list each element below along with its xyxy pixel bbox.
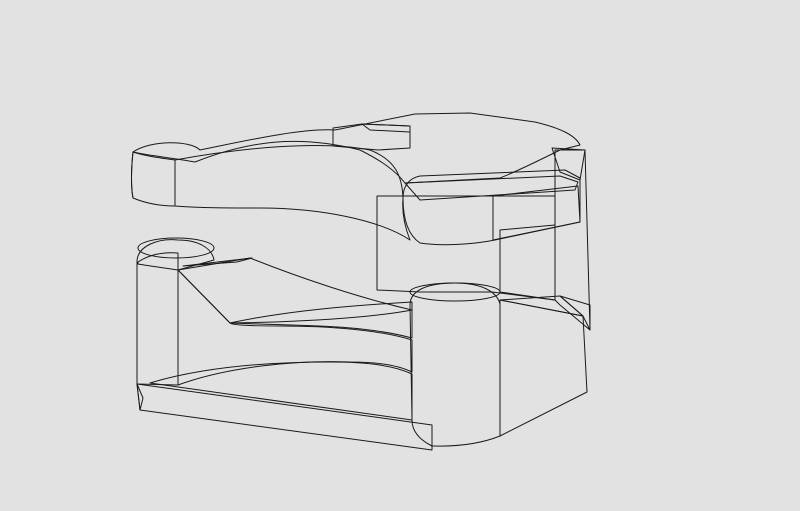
right-block-face	[499, 299, 588, 437]
left-post	[136, 239, 215, 386]
model-outline	[131, 151, 433, 450]
right-post	[409, 282, 501, 447]
back-wall	[376, 149, 591, 331]
lower-jaw	[136, 237, 591, 451]
upper-jaw	[131, 112, 586, 246]
3d-viewport[interactable]	[0, 0, 800, 511]
cad-model-render[interactable]	[0, 0, 800, 511]
